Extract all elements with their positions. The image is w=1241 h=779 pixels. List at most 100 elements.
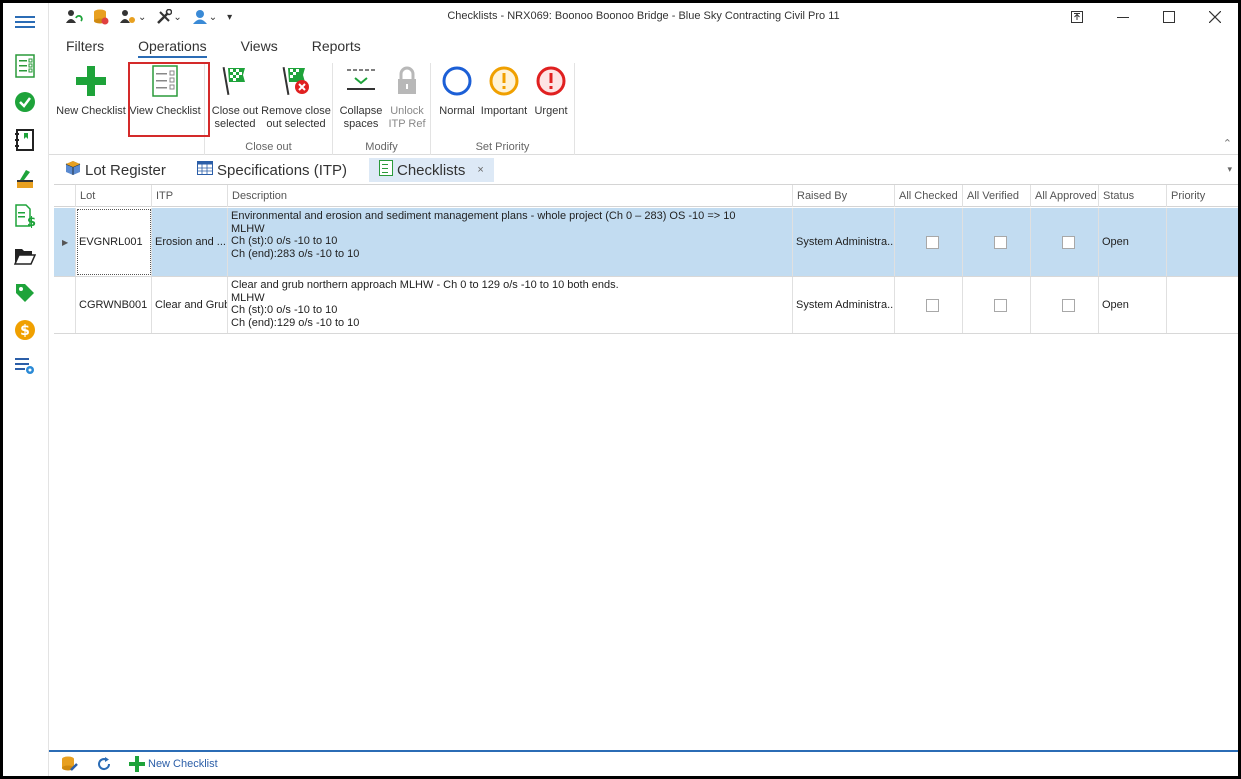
close-icon[interactable] [1192, 3, 1238, 31]
priority-urgent-button[interactable]: Urgent [529, 63, 573, 118]
tab-filters[interactable]: Filters [49, 35, 121, 57]
bottom-new-checklist-button[interactable]: New Checklist [129, 756, 218, 772]
cell-itp[interactable]: Erosion and ... [152, 208, 228, 276]
settings-list-icon[interactable] [12, 353, 38, 379]
all-checked-checkbox[interactable] [926, 235, 939, 249]
cell-lot[interactable]: EVGNRL001 [76, 208, 152, 276]
tab-lot-register[interactable]: Lot Register [55, 158, 176, 182]
new-checklist-button[interactable]: New Checklist [55, 63, 127, 118]
bottom-toolbar: New Checklist [49, 750, 1238, 776]
close-out-selected-button[interactable]: Close out selected [209, 63, 261, 131]
column-header-status[interactable]: Status [1099, 185, 1167, 207]
priority-normal-button[interactable]: Normal [435, 63, 479, 118]
minimize-icon[interactable] [1100, 3, 1146, 31]
all-approved-checkbox[interactable] [1062, 298, 1075, 312]
tab-specifications[interactable]: Specifications (ITP) [187, 158, 357, 182]
bottom-new-checklist-label: New Checklist [148, 758, 218, 770]
priority-important-button[interactable]: Important [479, 63, 529, 118]
collapse-icon [344, 63, 378, 99]
cell-priority[interactable] [1167, 208, 1238, 276]
grid-header: Lot ITP Description Raised By All Checke… [54, 185, 1238, 207]
tab-operations[interactable]: Operations [121, 35, 223, 58]
user-icon[interactable]: ⌄ [192, 9, 217, 25]
description-line: MLHW [231, 222, 265, 235]
tab-list-dropdown-icon[interactable]: ▾ [1227, 164, 1232, 175]
checklist-icon[interactable] [12, 53, 38, 79]
svg-text:$: $ [27, 215, 36, 228]
column-header-priority[interactable]: Priority [1167, 185, 1238, 207]
tag-icon[interactable] [12, 280, 38, 306]
chevron-down-icon: ⌄ [138, 11, 147, 23]
close-tab-icon[interactable]: × [477, 164, 483, 176]
group-label-close-out: Close out [245, 141, 292, 153]
column-header-lot[interactable]: Lot [76, 185, 152, 207]
column-header-description[interactable]: Description [228, 185, 793, 207]
row-indicator [54, 277, 76, 333]
collapse-label-2: spaces [343, 118, 379, 130]
tab-checklists-label: Checklists [397, 161, 466, 179]
tab-checklists[interactable]: Checklists × [369, 158, 494, 182]
description-line: Ch (st):0 o/s -10 to 10 [231, 304, 338, 317]
column-header-all-verified[interactable]: All Verified [963, 185, 1031, 207]
maximize-icon[interactable] [1146, 3, 1192, 31]
cell-status[interactable]: Open [1099, 277, 1167, 333]
checkered-flag-remove-icon [279, 63, 313, 99]
table-row[interactable]: CGRWNB001 Clear and Grub Clear and grub … [54, 277, 1238, 334]
cell-lot[interactable]: CGRWNB001 [76, 277, 152, 333]
lock-icon [390, 63, 424, 99]
menu-icon[interactable] [12, 9, 38, 35]
cell-status[interactable]: Open [1099, 208, 1167, 276]
pin-icon[interactable] [1054, 3, 1100, 31]
database-icon[interactable] [93, 9, 109, 25]
circle-icon [440, 63, 474, 99]
all-verified-checkbox[interactable] [994, 235, 1007, 249]
cell-description[interactable]: Clear and grub northern approach MLHW - … [228, 277, 793, 333]
all-checked-checkbox[interactable] [926, 298, 939, 312]
all-verified-checkbox[interactable] [994, 298, 1007, 312]
column-header-raised-by[interactable]: Raised By [793, 185, 895, 207]
remove-close-out-button[interactable]: Remove close out selected [261, 63, 331, 131]
customize-toolbar-icon[interactable]: ▾ [227, 12, 232, 23]
description-line: Ch (end):283 o/s -10 to 10 [231, 247, 360, 260]
checkered-flag-icon [218, 63, 252, 99]
cube-icon [65, 160, 81, 180]
close-out-label-1: Close out [211, 105, 259, 117]
unlock-label-1: Unlock [390, 105, 424, 117]
refresh-icon[interactable] [97, 757, 111, 771]
document-tabs: Lot Register Specifications (ITP) Checkl… [49, 156, 1238, 183]
tab-views[interactable]: Views [224, 35, 295, 57]
column-header-all-approved[interactable]: All Approved [1031, 185, 1099, 207]
database-edit-icon[interactable] [61, 756, 79, 772]
ribbon-tabs: Filters Operations Views Reports [49, 35, 378, 58]
ribbon-collapse-icon[interactable]: ⌃ [1223, 137, 1232, 150]
tab-reports[interactable]: Reports [295, 35, 378, 57]
title-bar: ⌄ ⌄ ⌄ ▾ Checklists - NRX069: Boonoo Boon… [49, 3, 1238, 31]
checkmark-icon[interactable] [12, 89, 38, 115]
folder-icon[interactable] [12, 243, 38, 269]
checklists-grid: Lot ITP Description Raised By All Checke… [54, 184, 1238, 750]
cell-priority[interactable] [1167, 277, 1238, 333]
checklist-icon [379, 160, 393, 180]
user-settings-icon[interactable]: ⌄ [119, 9, 146, 25]
collapse-spaces-button[interactable]: Collapse spaces [339, 63, 383, 131]
people-refresh-icon[interactable] [65, 9, 83, 25]
dollar-icon[interactable]: $ [12, 317, 38, 343]
cell-raised-by[interactable]: System Administra... [793, 208, 895, 276]
column-header-all-checked[interactable]: All Checked [895, 185, 963, 207]
app-window: $ $ ⌄ ⌄ ⌄ ▾ Checklists - NRX069: Boonoo … [3, 3, 1238, 776]
notebook-icon[interactable] [12, 127, 38, 153]
view-checklist-button[interactable]: View Checklist [129, 63, 201, 118]
unlock-itp-ref-button[interactable]: Unlock ITP Ref [385, 63, 429, 131]
warning-icon [487, 63, 521, 99]
column-header-itp[interactable]: ITP [152, 185, 228, 207]
table-row[interactable]: ▶ EVGNRL001 Erosion and ... Environmenta… [54, 208, 1238, 277]
cell-description[interactable]: Environmental and erosion and sediment m… [228, 208, 793, 276]
cell-raised-by[interactable]: System Administra... [793, 277, 895, 333]
plus-icon [129, 756, 145, 772]
row-indicator: ▶ [54, 208, 76, 276]
cell-itp[interactable]: Clear and Grub [152, 277, 228, 333]
paint-icon[interactable] [12, 166, 38, 192]
tools-icon[interactable]: ⌄ [156, 9, 182, 25]
all-approved-checkbox[interactable] [1062, 235, 1075, 249]
invoice-icon[interactable]: $ [12, 203, 38, 229]
